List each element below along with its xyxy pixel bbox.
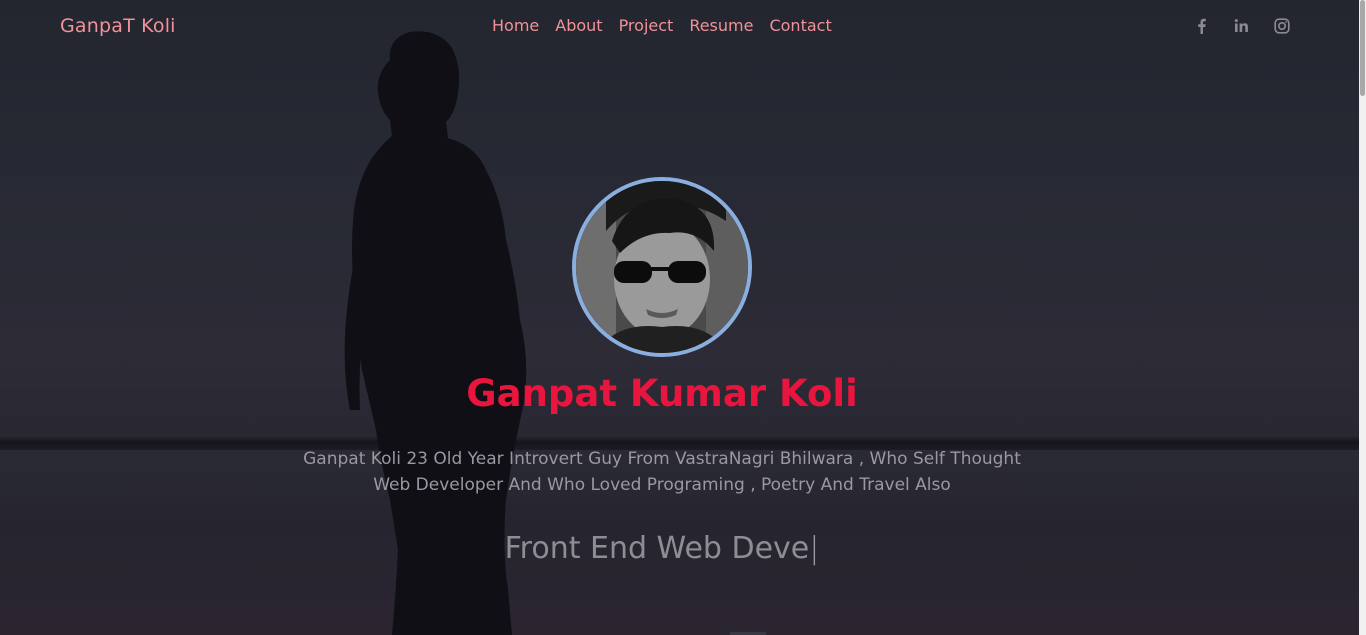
navbar: GanpaT Koli Home About Project Resume Co…	[0, 0, 1359, 54]
nav-link-resume[interactable]: Resume	[689, 16, 753, 35]
profile-bio: Ganpat Koli 23 Old Year Introvert Guy Fr…	[280, 446, 1044, 498]
nav-link-home[interactable]: Home	[492, 16, 539, 35]
scrollbar-thumb[interactable]	[1360, 0, 1365, 96]
linkedin-icon[interactable]	[1233, 17, 1251, 35]
bio-line: Ganpat Koli 23 Old Year Introvert Guy Fr…	[303, 449, 1021, 469]
typed-text: Front End Web Deve	[504, 531, 810, 566]
nav-link-project[interactable]: Project	[619, 16, 674, 35]
brand-logo[interactable]: GanpaT Koli	[60, 15, 176, 37]
nav-links: Home About Project Resume Contact	[492, 16, 832, 35]
profile-avatar	[572, 177, 752, 357]
facebook-icon[interactable]	[1193, 17, 1211, 35]
instagram-icon[interactable]	[1273, 17, 1291, 35]
typing-cursor: |	[809, 531, 820, 566]
nav-link-contact[interactable]: Contact	[769, 16, 831, 35]
nav-link-about[interactable]: About	[555, 16, 602, 35]
page-scrollbar[interactable]	[1359, 0, 1366, 635]
social-links	[1193, 17, 1291, 35]
profile-name: Ganpat Kumar Koli	[466, 372, 858, 415]
bio-line: Web Developer And Who Loved Programing ,…	[373, 475, 951, 495]
typed-role-text: Front End Web Deve|	[0, 531, 1324, 566]
